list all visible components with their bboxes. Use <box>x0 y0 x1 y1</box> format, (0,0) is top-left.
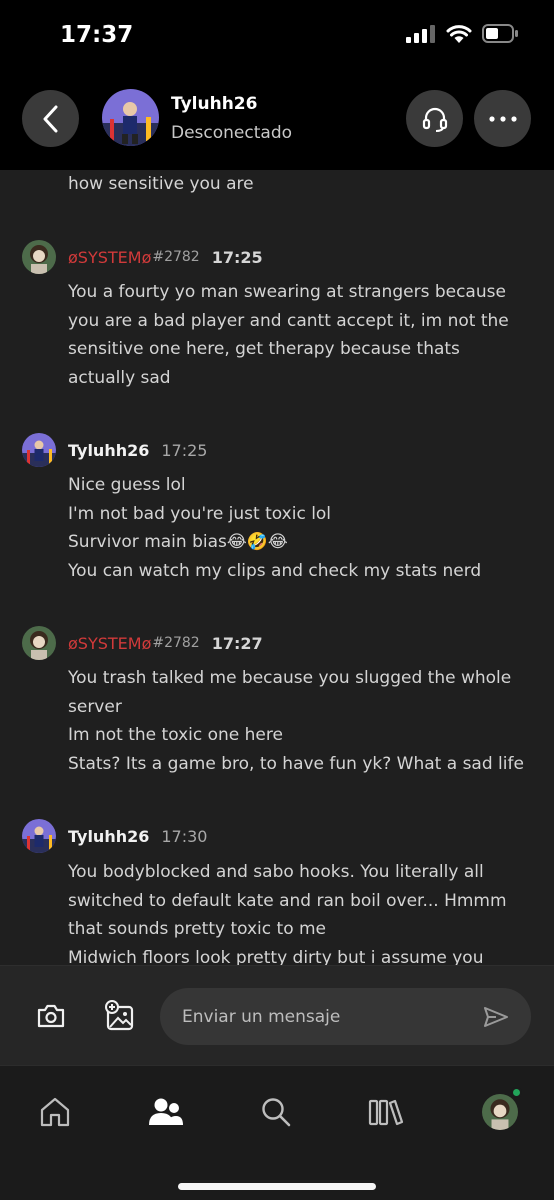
author-avatar[interactable] <box>22 433 56 467</box>
message-line: you are a bad player and cantt accept it… <box>68 310 509 331</box>
profile-avatar <box>482 1094 518 1130</box>
author-avatar[interactable] <box>22 240 56 274</box>
author-avatar[interactable] <box>22 626 56 660</box>
camera-button[interactable] <box>33 998 69 1034</box>
message-line: You trash talked me because you slugged … <box>68 668 512 688</box>
nav-search[interactable] <box>254 1090 298 1134</box>
message-input-container <box>160 988 531 1045</box>
headset-icon <box>422 107 447 132</box>
message-header: Tyluhh26 17:25 <box>22 432 207 468</box>
online-status-dot <box>511 1087 522 1098</box>
author-name[interactable]: Tyluhh26 <box>68 827 149 846</box>
message-line: Im not the toxic one here <box>68 725 283 745</box>
nav-profile[interactable] <box>478 1087 522 1134</box>
tyluhh-avatar-image <box>22 819 56 853</box>
send-icon <box>484 1007 508 1027</box>
message-line: actually sad <box>68 367 171 388</box>
message-input[interactable] <box>182 988 462 1045</box>
library-icon <box>368 1099 404 1126</box>
bottom-navigation <box>0 1065 554 1200</box>
message-time: 17:27 <box>211 633 263 653</box>
message-time: 17:30 <box>161 826 208 846</box>
message-header: Tyluhh26 17:30 <box>22 818 207 854</box>
profile-avatar-image <box>482 1094 518 1130</box>
system-avatar-image <box>22 240 56 274</box>
message-header: øSYSTEMø #2782 17:25 <box>22 239 263 275</box>
signal-icon <box>406 24 435 43</box>
message-line: Midwich floors look pretty dirty but i a… <box>68 947 484 966</box>
contact-status: Desconectado <box>171 123 293 143</box>
back-button[interactable] <box>22 90 79 147</box>
battery-icon <box>482 24 518 43</box>
message-time: 17:25 <box>211 247 263 267</box>
camera-icon <box>37 1004 65 1028</box>
message-line: Stats? Its a game bro, to have fun yk? W… <box>68 753 524 774</box>
friends-icon <box>149 1098 183 1125</box>
contact-avatar-image <box>102 89 159 146</box>
search-icon <box>262 1098 291 1127</box>
nav-library[interactable] <box>364 1090 408 1134</box>
message-body: Nice guess lol I'm not bad you're just t… <box>68 471 538 585</box>
message-line: that sounds pretty toxic to me <box>68 919 327 939</box>
message-line: I'm not bad you're just toxic lol <box>68 503 332 524</box>
message-body: You bodyblocked and sabo hooks. You lite… <box>68 858 538 965</box>
message-list[interactable]: how sensitive you are øSYSTEMø #2782 17:… <box>0 170 554 965</box>
add-image-button[interactable] <box>102 998 138 1034</box>
nav-home[interactable] <box>33 1090 77 1134</box>
message-body: You trash talked me because you slugged … <box>68 664 538 778</box>
message-line: You a fourty yo man swearing at stranger… <box>68 282 506 302</box>
more-options-button[interactable] <box>474 90 531 147</box>
status-time: 17:37 <box>60 22 134 48</box>
message-line: Survivor main bias😂🤣😂 <box>68 532 288 552</box>
message-body: how sensitive you are <box>68 170 538 199</box>
message-line: sensitive one here, get therapy because … <box>68 339 460 359</box>
nav-friends[interactable] <box>144 1090 188 1134</box>
contact-avatar[interactable] <box>102 89 159 146</box>
home-indicator <box>178 1183 376 1190</box>
system-avatar-image <box>22 626 56 660</box>
message-line: server <box>68 696 122 717</box>
author-tag: #2782 <box>152 635 200 651</box>
author-name[interactable]: Tyluhh26 <box>68 441 149 460</box>
status-bar: 17:37 <box>0 0 554 82</box>
message-line: You bodyblocked and sabo hooks. You lite… <box>68 862 484 882</box>
author-tag: #2782 <box>152 249 200 265</box>
message-line: how sensitive you are <box>68 174 254 194</box>
send-button[interactable] <box>478 999 514 1035</box>
chat-header: Tyluhh26 Desconectado <box>0 82 554 170</box>
author-name[interactable]: øSYSTEMø <box>68 248 151 267</box>
image-add-icon <box>105 1000 134 1031</box>
message-line: switched to default kate and ran boil ov… <box>68 890 507 911</box>
tyluhh-avatar-image <box>22 433 56 467</box>
wifi-icon <box>446 25 472 43</box>
voice-chat-button[interactable] <box>406 90 463 147</box>
message-time: 17:25 <box>161 440 208 460</box>
message-line: Nice guess lol <box>68 475 186 495</box>
message-line: You can watch my clips and check my stat… <box>68 560 482 581</box>
message-composer <box>0 965 554 1065</box>
contact-name: Tyluhh26 <box>171 94 258 114</box>
more-horizontal-icon <box>488 115 517 122</box>
home-icon <box>40 1097 70 1127</box>
author-avatar[interactable] <box>22 819 56 853</box>
chevron-left-icon <box>43 105 57 132</box>
status-icons <box>406 24 518 43</box>
message-body: You a fourty yo man swearing at stranger… <box>68 278 538 392</box>
author-name[interactable]: øSYSTEMø <box>68 634 151 653</box>
message-header: øSYSTEMø #2782 17:27 <box>22 625 263 661</box>
